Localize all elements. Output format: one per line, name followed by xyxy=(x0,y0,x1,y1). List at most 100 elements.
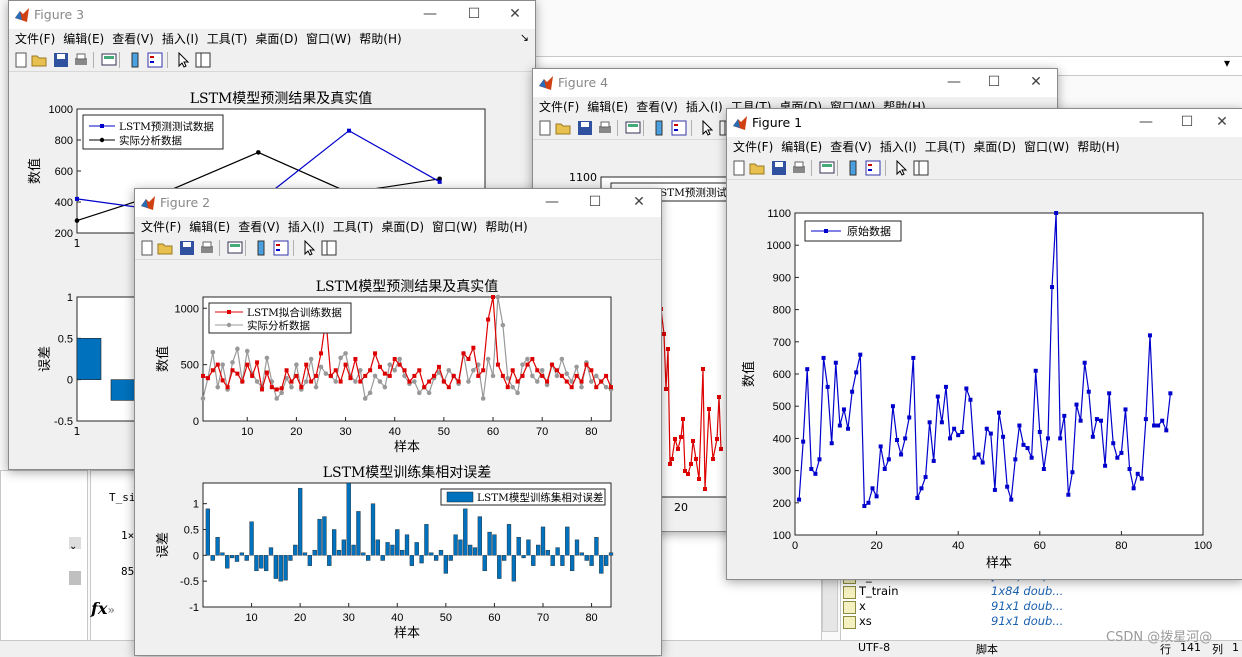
close-icon[interactable]: ✕ xyxy=(630,193,648,211)
new-file-icon[interactable] xyxy=(537,120,553,136)
menu-view[interactable]: 查看(V) xyxy=(636,97,678,117)
actual-series-point xyxy=(593,373,599,379)
colorbar-icon[interactable] xyxy=(651,120,667,136)
property-editor-icon[interactable] xyxy=(321,240,337,256)
new-file-icon[interactable] xyxy=(13,52,29,68)
figure-2-window[interactable]: Figure 2 — ☐ ✕ 文件(F) 编辑(E) 查看(V) 插入(I) 工具(T)… xyxy=(134,188,662,656)
close-icon[interactable]: ✕ xyxy=(506,5,524,23)
link-plot-icon[interactable] xyxy=(819,160,835,176)
print-icon[interactable] xyxy=(597,120,613,136)
property-editor-icon[interactable] xyxy=(913,160,929,176)
maximize-icon[interactable]: ☐ xyxy=(465,5,483,23)
new-file-icon[interactable] xyxy=(139,240,155,256)
table-row[interactable]: x 91x1 doub... xyxy=(841,599,1241,614)
print-icon[interactable] xyxy=(73,52,89,68)
raw-series-point xyxy=(988,431,993,436)
menu-insert[interactable]: 插入(I) xyxy=(686,97,723,117)
save-icon[interactable] xyxy=(179,240,195,256)
menu-edit[interactable]: 编辑(E) xyxy=(587,97,628,117)
menu-desktop[interactable]: 桌面(D) xyxy=(255,29,298,49)
raw-series-point xyxy=(1123,407,1128,412)
menu-view[interactable]: 查看(V) xyxy=(238,217,280,237)
error-bar xyxy=(453,534,458,556)
error-bar xyxy=(434,555,439,561)
menu-file[interactable]: 文件(F) xyxy=(539,97,579,117)
menu-edit[interactable]: 编辑(E) xyxy=(781,137,822,157)
open-folder-icon[interactable] xyxy=(555,120,571,136)
menu-tools[interactable]: 工具(T) xyxy=(333,217,374,237)
close-icon[interactable]: ✕ xyxy=(1027,73,1045,91)
save-icon[interactable] xyxy=(577,120,593,136)
table-row[interactable]: T_train 1x84 doub... xyxy=(841,584,1241,599)
minimize-icon[interactable]: — xyxy=(421,5,439,23)
menu-window[interactable]: 窗口(W) xyxy=(432,217,477,237)
menu-window[interactable]: 窗口(W) xyxy=(1024,137,1069,157)
pointer-icon[interactable] xyxy=(893,160,909,176)
colorbar-icon[interactable] xyxy=(127,52,143,68)
minimize-icon[interactable]: — xyxy=(543,193,561,211)
colorbar-icon[interactable] xyxy=(845,160,861,176)
dock-icon[interactable]: ↘ xyxy=(520,31,529,44)
maximize-icon[interactable]: ☐ xyxy=(586,193,604,211)
error-bar xyxy=(356,511,361,556)
menu-desktop[interactable]: 桌面(D) xyxy=(973,137,1016,157)
legend-icon[interactable] xyxy=(865,160,881,176)
open-folder-icon[interactable] xyxy=(31,52,47,68)
menu-window[interactable]: 窗口(W) xyxy=(306,29,351,49)
prediction-series-point xyxy=(715,437,719,441)
fit-series-point xyxy=(579,379,584,384)
maximize-icon[interactable]: ☐ xyxy=(1178,113,1196,131)
menu-help[interactable]: 帮助(H) xyxy=(359,29,401,49)
current-folder-combo-arrow[interactable]: ▾ xyxy=(1224,56,1230,70)
figure-1-window[interactable]: Figure 1 — ☐ ✕ 文件(F) 编辑(E) 查看(V) 插入(I) 工具(T)… xyxy=(726,108,1242,580)
pointer-icon[interactable] xyxy=(301,240,317,256)
menu-file[interactable]: 文件(F) xyxy=(141,217,181,237)
fit-series-point xyxy=(318,351,323,356)
menu-view[interactable]: 查看(V) xyxy=(830,137,872,157)
close-icon[interactable]: ✕ xyxy=(1213,113,1231,131)
title-bar[interactable]: Figure 3 — ☐ ✕ xyxy=(9,1,535,29)
print-icon[interactable] xyxy=(791,160,807,176)
link-plot-icon[interactable] xyxy=(625,120,641,136)
maximize-icon[interactable]: ☐ xyxy=(985,73,1003,91)
pointer-icon[interactable] xyxy=(175,52,191,68)
menu-help[interactable]: 帮助(H) xyxy=(1077,137,1119,157)
fit-series-point xyxy=(584,362,589,367)
minimize-icon[interactable]: — xyxy=(945,73,963,91)
link-plot-icon[interactable] xyxy=(101,52,117,68)
legend-icon[interactable] xyxy=(273,240,289,256)
menu-tools[interactable]: 工具(T) xyxy=(925,137,966,157)
menu-file[interactable]: 文件(F) xyxy=(733,137,773,157)
save-icon[interactable] xyxy=(53,52,69,68)
menu-view[interactable]: 查看(V) xyxy=(112,29,154,49)
menu-edit[interactable]: 编辑(E) xyxy=(63,29,104,49)
title-bar[interactable]: Figure 4 — ☐ ✕ xyxy=(533,69,1057,97)
minimize-icon[interactable]: — xyxy=(1137,113,1155,131)
pointer-icon[interactable] xyxy=(699,120,715,136)
chevron-down-icon[interactable]: ⌄ xyxy=(69,541,77,552)
menu-tools[interactable]: 工具(T) xyxy=(207,29,248,49)
property-editor-icon[interactable] xyxy=(195,52,211,68)
colorbar-icon[interactable] xyxy=(253,240,269,256)
menu-insert[interactable]: 插入(I) xyxy=(880,137,917,157)
menu-help[interactable]: 帮助(H) xyxy=(485,217,527,237)
title-bar[interactable]: Figure 2 — ☐ ✕ xyxy=(135,189,661,217)
legend-icon[interactable] xyxy=(147,52,163,68)
open-folder-icon[interactable] xyxy=(749,160,765,176)
save-icon[interactable] xyxy=(771,160,787,176)
error-bar xyxy=(302,552,308,556)
menu-insert[interactable]: 插入(I) xyxy=(288,217,325,237)
menu-insert[interactable]: 插入(I) xyxy=(162,29,199,49)
y-tick-label: 600 xyxy=(773,369,791,381)
menu-desktop[interactable]: 桌面(D) xyxy=(381,217,424,237)
print-icon[interactable] xyxy=(199,240,215,256)
menu-file[interactable]: 文件(F) xyxy=(15,29,55,49)
new-file-icon[interactable] xyxy=(731,160,747,176)
scroll-thumb[interactable] xyxy=(69,571,81,585)
open-folder-icon[interactable] xyxy=(157,240,173,256)
legend-icon[interactable] xyxy=(671,120,687,136)
link-plot-icon[interactable] xyxy=(227,240,243,256)
title-bar[interactable]: Figure 1 — ☐ ✕ xyxy=(727,109,1242,137)
menu-edit[interactable]: 编辑(E) xyxy=(189,217,230,237)
toolbar-separator xyxy=(617,120,618,136)
